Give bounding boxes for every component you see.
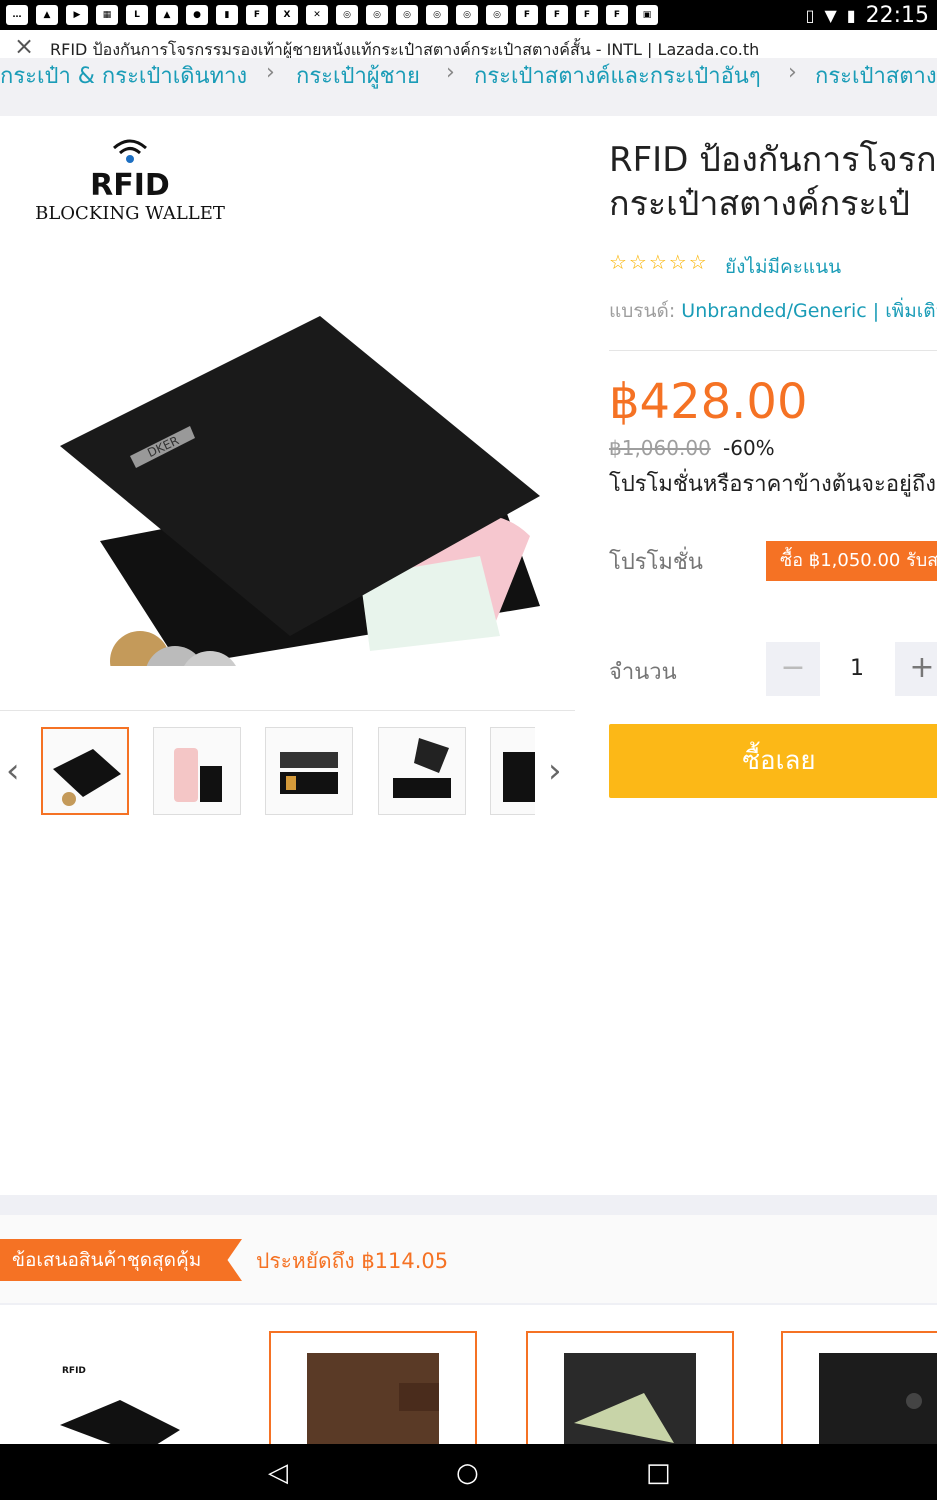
section-separator <box>0 1195 937 1215</box>
svg-text:RFID: RFID <box>62 1366 86 1376</box>
quantity-increase-button[interactable]: + <box>895 642 937 696</box>
chevron-right-icon: › <box>266 60 275 85</box>
navigation-bar: ◁ ○ □ <box>0 1444 937 1500</box>
line-icon: L <box>126 5 148 25</box>
brand-label: แบรนด์: <box>609 300 676 322</box>
thumbnail[interactable] <box>490 727 535 815</box>
flash-icon: F <box>576 5 598 25</box>
close-icon[interactable]: × <box>14 32 34 60</box>
product-gallery[interactable]: RFID BLOCKING WALLET DKER <box>0 116 575 711</box>
bundle-item-image <box>307 1353 439 1444</box>
brand-link[interactable]: Unbranded/Generic <box>681 300 866 322</box>
current-price: ฿428.00 <box>609 374 808 430</box>
chevron-right-icon: › <box>446 60 455 85</box>
wifi-icon: ▼ <box>824 6 837 25</box>
bundle-item[interactable] <box>269 1331 477 1444</box>
bundle-item-image <box>819 1353 937 1444</box>
wallet-thumb-image <box>53 749 121 806</box>
video-icon: ▶ <box>66 5 88 25</box>
flash-icon: F <box>606 5 628 25</box>
chevron-right-icon: › <box>788 60 797 85</box>
flash-icon: F <box>516 5 538 25</box>
system-tray: ▯ ▼ ▮ 22:15 <box>806 3 929 28</box>
wallet-cards-thumb-image <box>393 738 451 798</box>
bundle-item[interactable]: RFID <box>30 1345 190 1444</box>
divider <box>609 350 937 351</box>
bundle-items: RFID <box>0 1305 937 1444</box>
wifi-signal-icon <box>113 139 147 163</box>
rfid-logo: RFID BLOCKING WALLET <box>30 136 230 224</box>
quantity-decrease-button[interactable]: − <box>766 642 820 696</box>
chrome-icon: ◎ <box>426 5 448 25</box>
product-title-line: กระเป๋าสตางค์กระเป๋ <box>609 184 910 224</box>
back-icon[interactable]: ◁ <box>268 1458 288 1488</box>
thumbnail[interactable] <box>265 727 353 815</box>
rating-stars: ☆☆☆☆☆ <box>609 250 709 274</box>
soccer-icon: ● <box>186 5 208 25</box>
ledx-icon: X <box>276 5 298 25</box>
chrome-icon: ◎ <box>456 5 478 25</box>
bundle-tag: ข้อเสนอสินค้าชุดสุดคุ้ม <box>0 1239 242 1281</box>
chevron-left-icon[interactable]: ‹ <box>6 751 20 791</box>
breadcrumb-item[interactable]: กระเป๋า & กระเป๋าเดินทาง <box>0 58 247 93</box>
product-title: RFID ป้องกันการโจรก กระเป๋าสตางค์กระเป๋ <box>609 138 937 226</box>
chrome-icon: ◎ <box>336 5 358 25</box>
status-bar: … ▲ ▶ ▦ L ▲ ● ▮ F X ✕ ◎ ◎ ◎ ◎ ◎ ◎ F F F … <box>0 0 937 30</box>
thumbnail[interactable] <box>41 727 129 815</box>
thumbnail[interactable] <box>378 727 466 815</box>
open-wallet-thumb-image <box>280 752 338 794</box>
wallet-thumb-image <box>503 752 535 802</box>
more-from-brand-link[interactable]: | เพิ่มเติม <box>873 300 937 322</box>
rfid-logo-sub: BLOCKING WALLET <box>35 203 225 224</box>
quantity-label: จำนวน <box>609 660 677 685</box>
bundle-item-image <box>564 1353 696 1444</box>
discount-percent: -60% <box>723 436 775 460</box>
promo-note: โปรโมชั่นหรือราคาข้างต้นจะอยู่ถึง <box>609 472 936 497</box>
breadcrumb: กระเป๋า & กระเป๋าเดินทาง › กระเป๋าผู้ชาย… <box>0 58 937 116</box>
flash-icon: F <box>246 5 268 25</box>
x-icon: ✕ <box>306 5 328 25</box>
recents-icon[interactable]: □ <box>646 1458 671 1488</box>
box-icon: ▣ <box>636 5 658 25</box>
photo-icon: ▲ <box>156 5 178 25</box>
chevron-right-icon[interactable]: › <box>548 751 562 791</box>
chat-icon: … <box>6 5 28 25</box>
thumbnail[interactable] <box>153 727 241 815</box>
clock: 22:15 <box>865 3 929 28</box>
battery-icon: ▮ <box>846 6 856 25</box>
breadcrumb-item[interactable]: กระเป๋าสตาง <box>815 58 937 93</box>
chrome-icon: ◎ <box>486 5 508 25</box>
bundle-savings: ประหยัดถึง ฿114.05 <box>256 1249 449 1273</box>
quantity-value[interactable]: 1 <box>837 656 877 681</box>
breadcrumb-item[interactable]: กระเป๋าผู้ชาย <box>296 58 420 93</box>
product-title-line: RFID ป้องกันการโจรก <box>609 140 937 180</box>
notification-icons: … ▲ ▶ ▦ L ▲ ● ▮ F X ✕ ◎ ◎ ◎ ◎ ◎ ◎ F F F … <box>6 5 658 25</box>
rating-text[interactable]: ยังไม่มีคะแนน <box>725 252 841 282</box>
breadcrumb-item[interactable]: กระเป๋าสตางค์และกระเป๋าอันๆ <box>474 58 761 93</box>
brand-row: แบรนด์: Unbranded/Generic | เพิ่มเติม <box>609 296 937 326</box>
product-info: RFID ป้องกันการโจรก กระเป๋าสตางค์กระเป๋ … <box>609 116 937 816</box>
flash-icon: F <box>546 5 568 25</box>
bundle-item[interactable] <box>526 1331 734 1444</box>
bundle-item[interactable] <box>781 1331 937 1444</box>
phone-wallet-thumb-image <box>174 748 222 802</box>
stats-icon: ▮ <box>216 5 238 25</box>
vibrate-icon: ▯ <box>805 6 815 25</box>
photo-icon: ▲ <box>36 5 58 25</box>
original-price: ฿1,060.00 <box>609 436 711 460</box>
home-icon[interactable]: ○ <box>456 1458 479 1488</box>
promo-badge[interactable]: ซื้อ ฿1,050.00 รับส <box>766 541 937 581</box>
grid-icon: ▦ <box>96 5 118 25</box>
chrome-icon: ◎ <box>366 5 388 25</box>
bundle-header: ข้อเสนอสินค้าชุดสุดคุ้ม ประหยัดถึง ฿114.… <box>0 1215 937 1303</box>
buy-now-button[interactable]: ซื้อเลย <box>609 724 937 798</box>
thumbnail-strip: ‹ › <box>0 710 575 830</box>
bundle-item-image: RFID <box>60 1366 180 1444</box>
promo-label: โปรโมชั่น <box>609 550 703 575</box>
rfid-logo-word: RFID <box>90 168 170 203</box>
wallet-image: DKER <box>60 316 540 666</box>
chrome-icon: ◎ <box>396 5 418 25</box>
